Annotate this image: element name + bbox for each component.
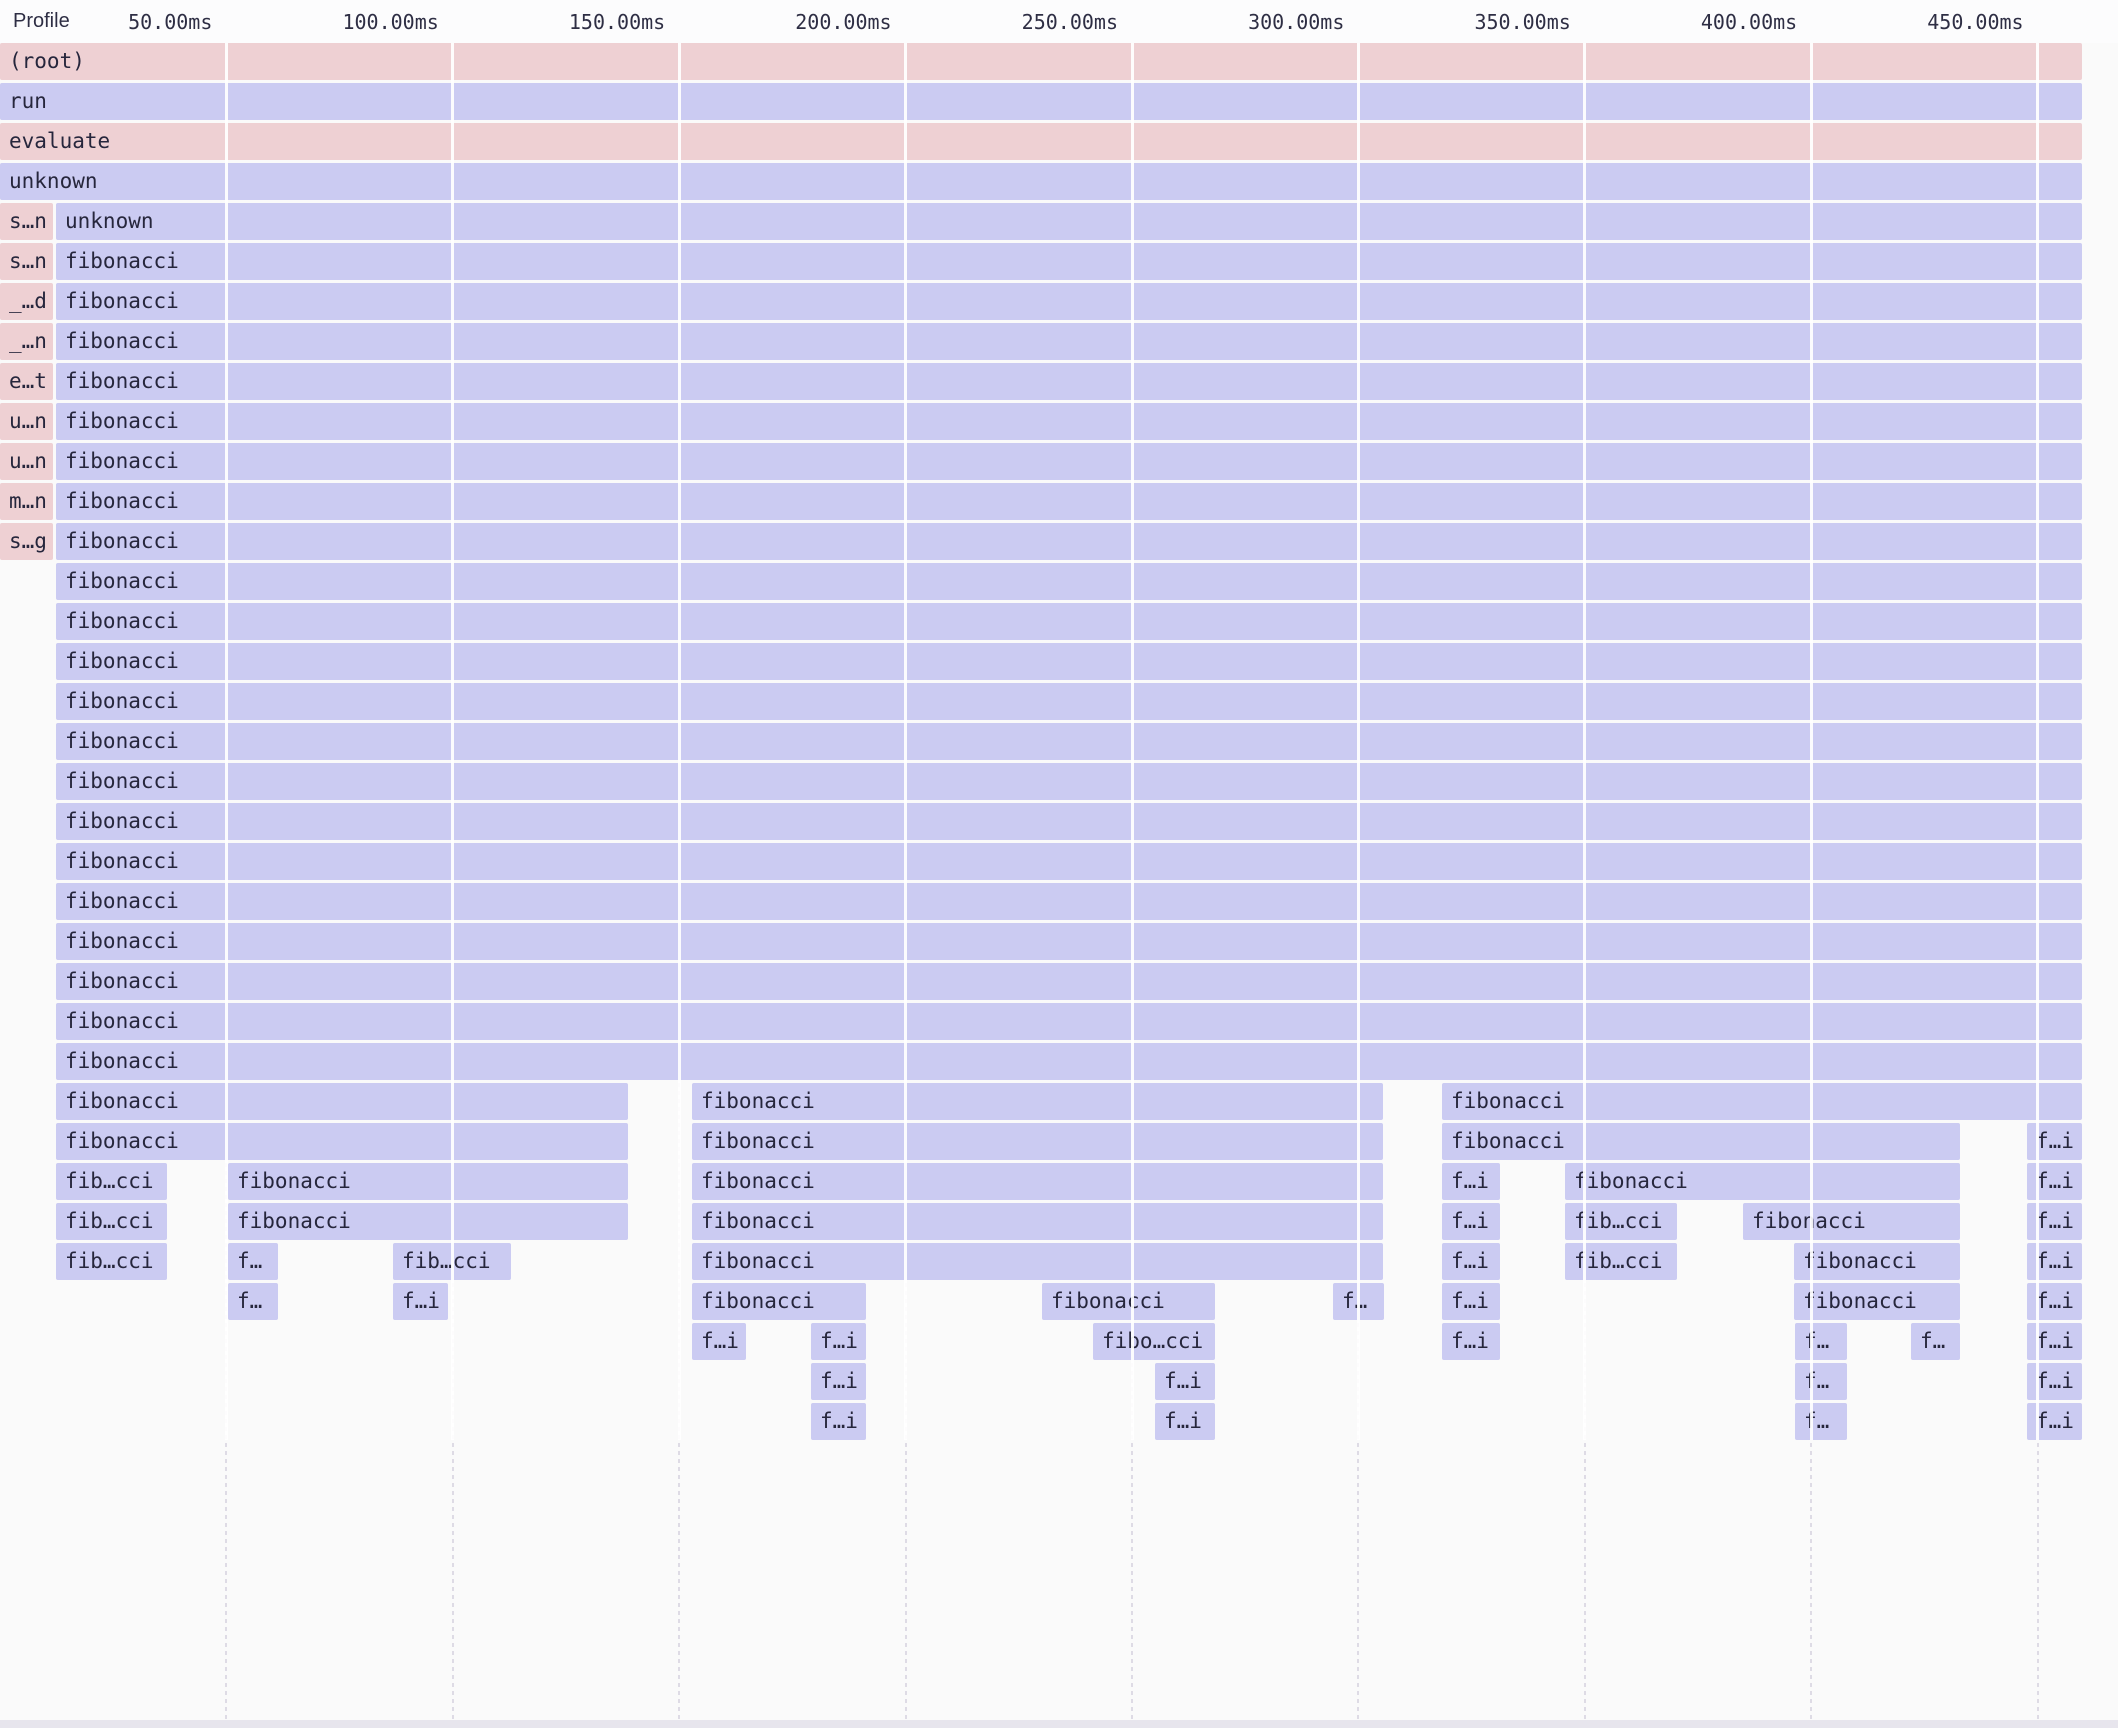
flame-frame[interactable]: fibonacci: [692, 1203, 1383, 1240]
flame-frame[interactable]: fibonacci: [56, 963, 2082, 1000]
flame-frame[interactable]: f…i: [1442, 1163, 1500, 1200]
flame-frame[interactable]: f…: [1795, 1323, 1847, 1360]
flame-frame[interactable]: fib…cci: [1565, 1203, 1677, 1240]
flame-frame[interactable]: f…i: [393, 1283, 448, 1320]
gridline-overlay: [225, 43, 228, 1440]
flame-frame[interactable]: unknown: [56, 203, 2082, 240]
flame-frame[interactable]: fibonacci: [56, 403, 2082, 440]
flame-frame[interactable]: fibonacci: [1442, 1123, 1960, 1160]
flame-frame[interactable]: fibonacci: [56, 643, 2082, 680]
flame-frame[interactable]: s…n: [0, 203, 53, 240]
flame-frame[interactable]: _…n: [0, 323, 53, 360]
flame-frame[interactable]: fibonacci: [1794, 1243, 1960, 1280]
time-tick-label: 400.00ms: [1651, 0, 1797, 43]
flame-frame[interactable]: run: [0, 83, 2082, 120]
gridline-overlay: [1357, 43, 1360, 1440]
bottom-divider: [0, 1720, 2118, 1728]
flame-frame[interactable]: f…i: [1442, 1283, 1500, 1320]
flame-frame[interactable]: fibonacci: [56, 323, 2082, 360]
gridline-overlay: [678, 43, 681, 1440]
time-tick-label: 50.00ms: [66, 0, 212, 43]
flame-frame[interactable]: fibonacci: [56, 483, 2082, 520]
flame-frame[interactable]: fibonacci: [692, 1163, 1383, 1200]
flame-frame[interactable]: fib…cci: [56, 1203, 167, 1240]
flame-frame[interactable]: fibonacci: [1442, 1083, 2082, 1120]
flame-frame[interactable]: fibonacci: [692, 1283, 866, 1320]
flame-frame[interactable]: fibo…cci: [1093, 1323, 1215, 1360]
flame-frame[interactable]: f…: [1795, 1403, 1847, 1440]
flame-frame[interactable]: (root): [0, 43, 2082, 80]
flame-chart: (root)runevaluateunknowns…nunknowns…nfib…: [0, 0, 2118, 1728]
flame-frame[interactable]: fibonacci: [1565, 1163, 1960, 1200]
flame-frame[interactable]: fibonacci: [56, 803, 2082, 840]
flame-frame[interactable]: f…i: [692, 1323, 746, 1360]
flame-frame[interactable]: fib…cci: [56, 1163, 167, 1200]
flame-frame[interactable]: fibonacci: [692, 1083, 1383, 1120]
flame-frame[interactable]: u…n: [0, 403, 53, 440]
flame-frame[interactable]: s…n: [0, 243, 53, 280]
time-tick-label: 200.00ms: [746, 0, 892, 43]
timeline-header: Profile 50.00ms 100.00ms 150.00ms 200.00ms 2…: [0, 0, 2118, 43]
flame-frame[interactable]: f…i: [811, 1323, 866, 1360]
profile-title: Profile: [13, 0, 70, 43]
flame-frame[interactable]: f…i: [1155, 1403, 1215, 1440]
flame-frame[interactable]: fibonacci: [56, 283, 2082, 320]
time-tick-label: 300.00ms: [1198, 0, 1344, 43]
flame-frame[interactable]: f…: [1911, 1323, 1960, 1360]
flame-frame[interactable]: fibonacci: [56, 1003, 2082, 1040]
flame-frame[interactable]: fibonacci: [56, 1083, 628, 1120]
flame-frame[interactable]: fibonacci: [56, 1043, 2082, 1080]
flame-frame[interactable]: fibonacci: [1794, 1283, 1960, 1320]
flame-frame[interactable]: evaluate: [0, 123, 2082, 160]
flame-frame[interactable]: fibonacci: [56, 843, 2082, 880]
flame-frame[interactable]: fibonacci: [56, 523, 2082, 560]
flame-frame[interactable]: fibonacci: [56, 763, 2082, 800]
flame-frame[interactable]: fibonacci: [228, 1163, 628, 1200]
flame-frame[interactable]: fibonacci: [56, 563, 2082, 600]
flame-frame[interactable]: fibonacci: [1743, 1203, 1960, 1240]
flame-frame[interactable]: m…n: [0, 483, 53, 520]
flame-frame[interactable]: fibonacci: [692, 1243, 1383, 1280]
flame-frame[interactable]: f…: [228, 1243, 278, 1280]
flame-frame[interactable]: _…d: [0, 283, 53, 320]
flame-frame[interactable]: fib…cci: [1565, 1243, 1677, 1280]
flame-frame[interactable]: fibonacci: [56, 683, 2082, 720]
flame-frame[interactable]: fibonacci: [56, 443, 2082, 480]
time-tick-label: 150.00ms: [519, 0, 665, 43]
flame-frame[interactable]: fibonacci: [56, 883, 2082, 920]
gridline-overlay: [904, 43, 907, 1440]
time-tick-label: 450.00ms: [1878, 0, 2024, 43]
gridline-overlay: [1583, 43, 1586, 1440]
time-tick-label: 350.00ms: [1425, 0, 1571, 43]
flame-frame[interactable]: u…n: [0, 443, 53, 480]
flame-frame[interactable]: e…t: [0, 363, 53, 400]
time-tick-label: 250.00ms: [972, 0, 1118, 43]
flame-frame[interactable]: fibonacci: [56, 923, 2082, 960]
flame-frame[interactable]: f…i: [1442, 1203, 1500, 1240]
time-tick-label: 100.00ms: [293, 0, 439, 43]
flame-frame[interactable]: f…i: [1442, 1323, 1500, 1360]
flame-frame[interactable]: fibonacci: [228, 1203, 628, 1240]
flame-frame[interactable]: f…i: [811, 1403, 866, 1440]
flame-frame[interactable]: fib…cci: [56, 1243, 167, 1280]
flame-frame[interactable]: fibonacci: [56, 243, 2082, 280]
flame-frame[interactable]: fibonacci: [56, 1123, 628, 1160]
flame-frame[interactable]: fibonacci: [1042, 1283, 1215, 1320]
flame-frame[interactable]: unknown: [0, 163, 2082, 200]
flame-frame[interactable]: fibonacci: [692, 1123, 1383, 1160]
flame-frame[interactable]: fibonacci: [56, 603, 2082, 640]
gridline-overlay: [1131, 43, 1134, 1440]
flame-frame[interactable]: fibonacci: [56, 363, 2082, 400]
gridline-overlay: [1810, 43, 1813, 1440]
gridline-overlay: [2036, 43, 2039, 1440]
flame-frame[interactable]: f…i: [1155, 1363, 1215, 1400]
flame-frame[interactable]: f…: [1795, 1363, 1847, 1400]
flame-frame[interactable]: s…g: [0, 523, 53, 560]
gridline-overlay: [451, 43, 454, 1440]
flame-frame[interactable]: fibonacci: [56, 723, 2082, 760]
flame-frame[interactable]: f…i: [1442, 1243, 1500, 1280]
flame-frame[interactable]: f…i: [811, 1363, 866, 1400]
flame-frame[interactable]: f…: [228, 1283, 278, 1320]
